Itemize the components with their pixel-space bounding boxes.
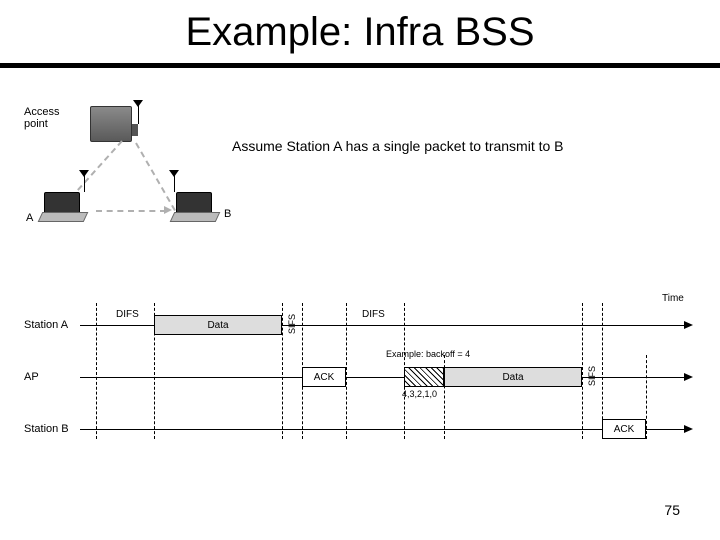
ack-block: ACK [302, 367, 346, 387]
arrowhead-icon [684, 425, 693, 433]
data-block-label: Data [207, 320, 228, 331]
timing-diagram: Station A AP Station B Time DIFS Data SI… [24, 295, 696, 475]
time-axis-label: Time [662, 293, 684, 304]
access-point-stand [132, 124, 138, 136]
access-point-icon [90, 106, 132, 142]
ack-block-label: ACK [314, 372, 335, 383]
sifs-label: SIFS [287, 314, 297, 334]
backoff-example-label: Example: backoff = 4 [386, 349, 470, 359]
guide-line [646, 355, 647, 439]
guide-line [582, 303, 583, 439]
station-a-icon [40, 192, 86, 222]
topology-diagram: Access point A B [24, 100, 234, 240]
station-a-label: A [26, 212, 33, 224]
arrowhead-icon [684, 373, 693, 381]
guide-line [346, 303, 347, 439]
data-block-label: Data [502, 372, 523, 383]
row-label-station-a: Station A [24, 319, 68, 331]
guide-line [96, 303, 97, 439]
antenna-icon [79, 170, 89, 177]
antenna-icon [169, 170, 179, 177]
data-block: Data [154, 315, 282, 335]
guide-line [282, 303, 283, 439]
page-number: 75 [664, 502, 680, 518]
difs-label: DIFS [116, 309, 139, 320]
ack-block-label: ACK [614, 424, 635, 435]
ack-block: ACK [602, 419, 646, 439]
data-block: Data [444, 367, 582, 387]
link-a-to-b [96, 210, 166, 212]
row-label-station-b: Station B [24, 423, 69, 435]
timeline-station-b [80, 429, 684, 430]
sifs-label: SIFS [587, 366, 597, 386]
title-divider [0, 63, 720, 68]
antenna-icon [133, 100, 143, 107]
caption-text: Assume Station A has a single packet to … [232, 138, 564, 154]
difs-label: DIFS [362, 309, 385, 320]
arrowhead-icon [684, 321, 693, 329]
arrowhead-icon [164, 206, 172, 214]
backoff-block [404, 367, 444, 387]
access-point-label: Access point [24, 106, 59, 130]
backoff-counts: 4,3,2,1,0 [402, 389, 437, 399]
row-label-ap: AP [24, 371, 39, 383]
station-b-label: B [224, 208, 231, 220]
antenna-icon [138, 104, 139, 124]
station-b-icon [172, 192, 218, 222]
slide-title: Example: Infra BSS [0, 0, 720, 63]
